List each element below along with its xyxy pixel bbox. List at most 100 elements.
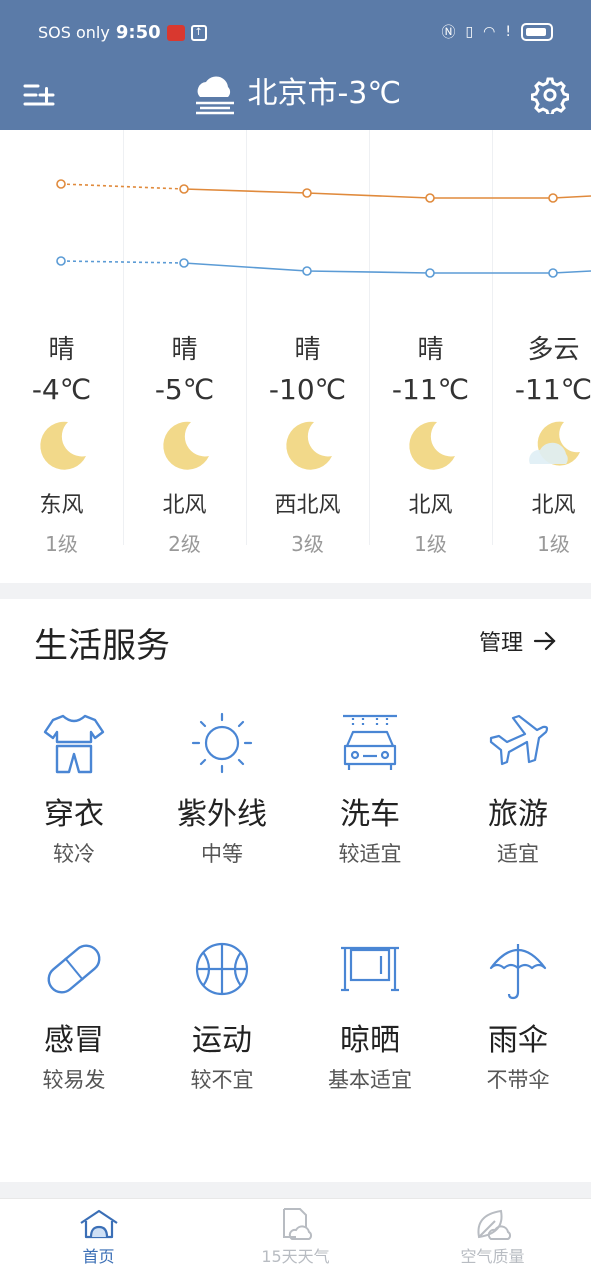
- forecast-temp: -5℃: [154, 373, 215, 406]
- forecast-condition: 晴: [171, 335, 198, 365]
- hourly-forecast[interactable]: 晴 -4℃ 东风 1级 晴 -5℃ 北风 2级 晴 -10℃ 西北风 3级 晴 …: [0, 130, 591, 556]
- life-services-title: 生活服务: [34, 626, 170, 666]
- high-temp-point: [548, 193, 558, 203]
- forecast-wind: 北风: [162, 493, 207, 518]
- nav-15-day[interactable]: 15天天气: [197, 1207, 394, 1269]
- service-name: 洗车: [340, 797, 400, 832]
- service-value: 中等: [201, 842, 243, 866]
- forecast-column: 晴 -4℃ 东风 1级: [0, 330, 123, 564]
- notification-icon: [166, 24, 185, 41]
- low-temp-point: [302, 266, 312, 276]
- forecast-temp: -11℃: [514, 373, 591, 406]
- nav-label: 空气质量: [460, 1247, 525, 1266]
- forecast-wind: 北风: [408, 493, 453, 518]
- arrow-right-icon: [533, 631, 556, 651]
- forecast-temp: -4℃: [31, 373, 92, 406]
- forecast-condition: 晴: [48, 335, 75, 365]
- basketball-icon: [195, 942, 249, 996]
- manage-button[interactable]: 管理: [479, 625, 557, 657]
- high-temp-line-dashed: [60, 183, 185, 190]
- low-temp-line: [183, 262, 591, 274]
- manage-label: 管理: [478, 631, 523, 656]
- service-cold[interactable]: 感冒 较易发: [0, 936, 148, 1096]
- nav-label: 首页: [82, 1247, 115, 1266]
- low-temp-point: [425, 268, 435, 278]
- location-temp: 北京市-3℃: [247, 76, 402, 111]
- clock: 9:50: [115, 22, 161, 43]
- service-clothing[interactable]: 穿衣 较冷: [0, 710, 148, 870]
- pill-icon: [47, 944, 101, 994]
- forecast-column: 晴 -11℃ 北风 1级: [369, 330, 492, 564]
- forecast-temp: -10℃: [268, 373, 347, 406]
- leaf-icon: [476, 1209, 511, 1240]
- forecast-wind-level: 1级: [537, 532, 570, 556]
- status-left: SOS only 9:50 ↑: [38, 22, 207, 43]
- bottom-navigation: 首页 15天天气 空气质量: [0, 1198, 591, 1280]
- service-value: 较易发: [42, 1068, 106, 1092]
- service-name: 穿衣: [44, 797, 104, 832]
- alert-icon: !: [505, 24, 511, 40]
- service-value: 基本适宜: [328, 1068, 412, 1092]
- umbrella-icon: [489, 944, 547, 1000]
- forecast-wind-level: 2级: [168, 532, 201, 556]
- calendar-cloud-icon: [282, 1208, 312, 1240]
- service-sport[interactable]: 运动 较不宜: [148, 936, 296, 1096]
- forecast-wind-level: 1级: [414, 532, 447, 556]
- moon-icon: [39, 421, 86, 470]
- service-name: 紫外线: [177, 797, 267, 832]
- forecast-wind: 北风: [531, 493, 576, 518]
- service-umbrella[interactable]: 雨伞 不带伞: [444, 936, 591, 1096]
- moon-icon: [408, 421, 455, 470]
- forecast-condition: 晴: [294, 335, 321, 365]
- car-wash-icon: [343, 714, 397, 770]
- forecast-condition: 多云: [527, 335, 580, 365]
- page-title: 北京市-3℃: [0, 74, 591, 115]
- clothing-icon: [43, 714, 105, 774]
- high-temp-point: [179, 184, 189, 194]
- forecast-column: 晴 -10℃ 西北风 3级: [246, 330, 369, 564]
- nav-label: 15天天气: [261, 1247, 330, 1266]
- service-car-wash[interactable]: 洗车 较适宜: [296, 710, 444, 870]
- service-value: 适宜: [497, 842, 539, 866]
- status-bar: SOS only 9:50 ↑ Ⓝ ▯ ◠ !: [0, 0, 591, 62]
- service-name: 旅游: [488, 797, 548, 832]
- forecast-column: 晴 -5℃ 北风 2级: [123, 330, 246, 564]
- cloudy-moon-icon: [528, 421, 580, 466]
- service-name: 运动: [192, 1023, 252, 1058]
- service-name: 晾晒: [340, 1023, 400, 1058]
- low-temp-point: [548, 268, 558, 278]
- moon-icon: [285, 421, 332, 470]
- service-name: 感冒: [44, 1023, 104, 1058]
- plane-icon: [489, 714, 549, 766]
- service-travel[interactable]: 旅游 适宜: [444, 710, 591, 870]
- section-divider: [0, 583, 591, 599]
- service-name: 雨伞: [488, 1023, 548, 1058]
- nfc-icon: Ⓝ: [441, 25, 456, 41]
- service-value: 不带伞: [486, 1068, 550, 1092]
- gear-icon[interactable]: [531, 76, 569, 114]
- temperature-trend-chart: [56, 179, 591, 278]
- service-uv[interactable]: 紫外线 中等: [148, 710, 296, 870]
- forecast-temp: -11℃: [391, 373, 470, 406]
- wifi-icon: ◠: [483, 24, 496, 40]
- high-temp-point: [56, 179, 66, 189]
- carrier-label: SOS only: [38, 23, 110, 42]
- upload-icon: ↑: [190, 24, 207, 41]
- nav-home[interactable]: 首页: [0, 1207, 197, 1269]
- high-temp-line: [183, 188, 591, 199]
- nav-air-quality[interactable]: 空气质量: [394, 1207, 591, 1269]
- low-temp-point: [56, 256, 66, 266]
- high-temp-point: [425, 193, 435, 203]
- forecast-wind-level: 3级: [291, 532, 324, 556]
- forecast-column: 多云 -11℃ 北风 1级: [492, 330, 591, 564]
- vibrate-icon: ▯: [465, 24, 474, 40]
- high-temp-point: [302, 188, 312, 198]
- low-temp-line-dashed: [60, 260, 185, 264]
- service-drying[interactable]: 晾晒 基本适宜: [296, 936, 444, 1096]
- forecast-wind: 东风: [39, 493, 84, 518]
- forecast-wind-level: 1级: [45, 532, 78, 556]
- uv-icon: [191, 712, 253, 774]
- low-temp-point: [179, 258, 189, 268]
- battery-icon: [521, 23, 553, 41]
- service-value: 较冷: [53, 842, 95, 866]
